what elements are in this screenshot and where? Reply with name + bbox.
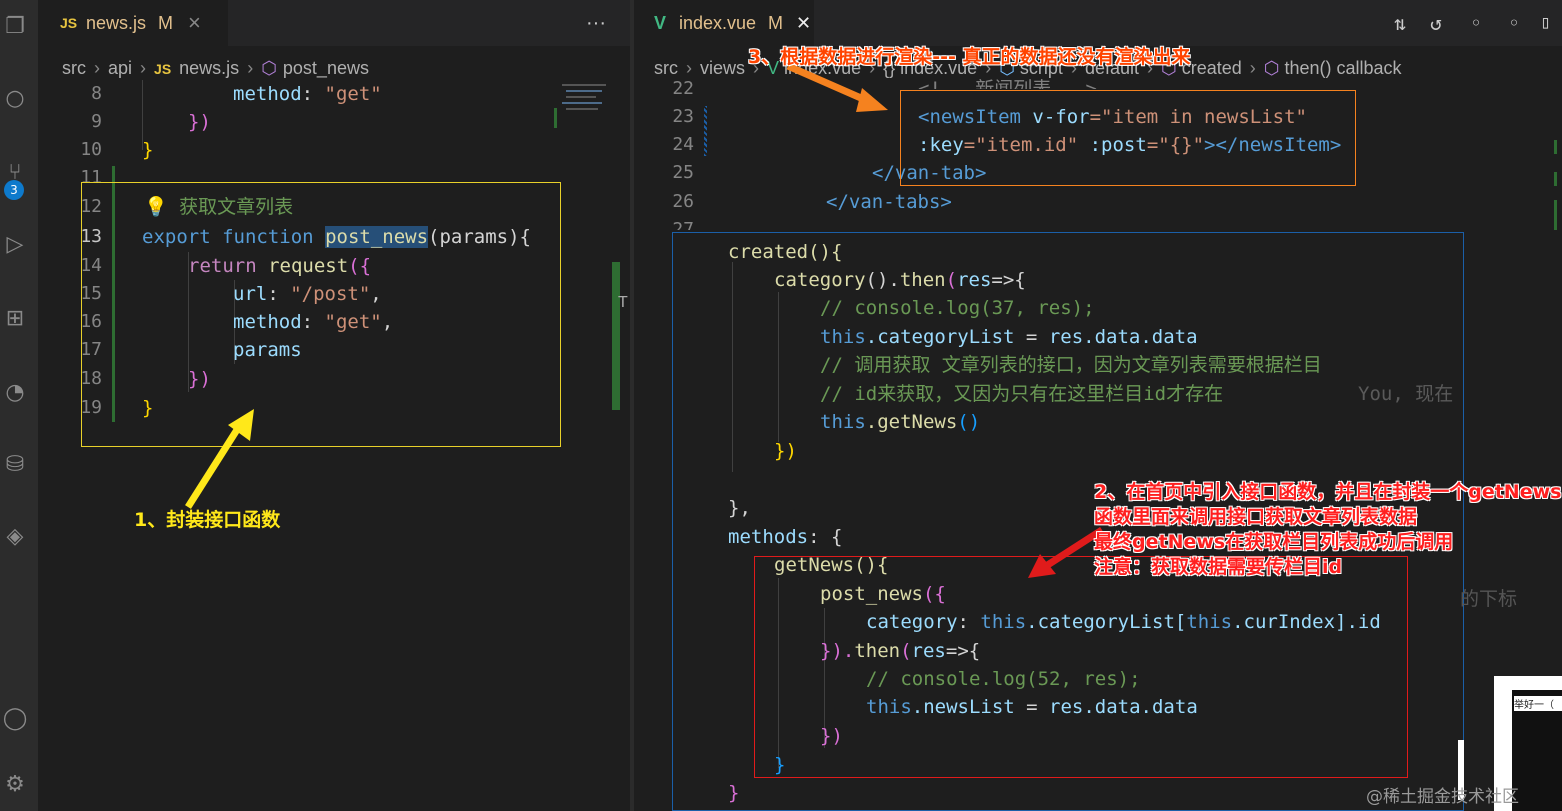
line-number: 24 <box>672 134 694 155</box>
code-line[interactable]: </van-tabs> <box>826 188 952 216</box>
scrollbar-marker <box>1554 172 1557 186</box>
close-icon[interactable]: × <box>188 0 201 46</box>
line-number: 26 <box>672 191 694 212</box>
right-tab-bar: V index.vue M ✕ ⇅ ↺ ◦ ◦ ▯ <box>634 0 1562 46</box>
code-line[interactable]: category().then(res=>{ <box>774 266 1026 294</box>
highlight-box-red <box>754 556 1408 778</box>
highlight-box-orange <box>900 90 1356 186</box>
preview-label: 举好一（ <box>1514 696 1562 711</box>
right-editor-group: V index.vue M ✕ ⇅ ↺ ◦ ◦ ▯ src › views › V in… <box>634 0 1562 811</box>
scrollbar-marker[interactable] <box>612 262 620 410</box>
code-line[interactable]: } <box>142 136 153 164</box>
database-icon[interactable]: ⛁ <box>2 452 28 478</box>
annotation-step-3: 3、根据数据进行渲染--- 真正的数据还没有渲染出来 <box>748 46 1191 68</box>
minimap-change-marker <box>554 108 557 128</box>
tab-label: index.vue <box>679 13 757 33</box>
annotation-arrow-orange <box>786 62 888 112</box>
code-line[interactable]: methods: { <box>728 523 842 551</box>
line-number: 22 <box>672 78 694 99</box>
breadcrumb-item[interactable]: post_news <box>283 58 369 78</box>
annotation-step-2-line: 最终getNews在获取栏目列表成功后调用 <box>1094 531 1454 553</box>
code-line[interactable]: this.categoryList = res.data.data <box>820 323 1198 351</box>
watermark: @稀土掘金技术社区 <box>1366 787 1519 807</box>
line-number: 27 <box>672 219 694 230</box>
annotation-step-2-note: 注意：获取数据需要传栏目id <box>1094 556 1343 578</box>
code-line[interactable]: this.getNews() <box>820 408 980 436</box>
line-number: 8 <box>91 83 102 104</box>
code-line[interactable]: }, <box>728 494 751 522</box>
account-icon[interactable]: ◯ <box>2 706 28 732</box>
code-line[interactable]: // id来获取，又因为只有在这里栏目id才存在 <box>820 380 1223 408</box>
remote-icon[interactable]: ◔ <box>2 380 28 406</box>
code-line[interactable]: // console.log(37, res); <box>820 294 1095 322</box>
indent-guide <box>732 262 733 472</box>
tab-label: news.js <box>86 13 147 33</box>
modified-indicator: M <box>158 13 173 33</box>
breadcrumb-item[interactable]: api <box>108 58 132 78</box>
search-icon[interactable]: ○ <box>2 86 28 112</box>
vue-file-icon: V <box>654 13 667 33</box>
code-line-fragment: 的下标 <box>1460 588 1518 610</box>
method-cube-icon: ⬡ <box>1263 58 1280 78</box>
scrollbar-marker <box>1554 200 1557 230</box>
annotation-arrow-yellow <box>185 409 254 509</box>
line-number: 9 <box>91 111 102 132</box>
compare-changes-icon[interactable]: ⇅ <box>1394 0 1406 46</box>
extensions-icon[interactable]: ⊞ <box>2 306 28 332</box>
breadcrumb-item[interactable]: src <box>62 58 86 78</box>
js-file-icon: JS <box>60 15 78 31</box>
settings-gear-icon[interactable]: ⚙ <box>2 772 28 798</box>
minimap[interactable] <box>558 82 614 122</box>
code-line[interactable]: }) <box>188 108 211 136</box>
line-number: 25 <box>672 162 694 183</box>
scrollbar-marker <box>1554 140 1557 154</box>
code-line[interactable]: <!-- 新闻列表 --> <box>918 75 1097 89</box>
code-line[interactable]: } <box>728 779 739 807</box>
left-tab-bar: JS news.js M × ··· <box>38 0 630 46</box>
tab-news-js[interactable]: JS news.js M × <box>38 0 228 46</box>
explorer-icon[interactable]: ❐ <box>2 14 28 40</box>
code-line[interactable]: // 调用获取 文章列表的接口，因为文章列表需要根据栏目 <box>820 351 1322 379</box>
breadcrumb-item[interactable]: views <box>700 58 745 78</box>
activity-bar: ❐ ○ ⑂ 3 ▷ ⊞ ◔ ⛁ ◈ ◯ ⚙ <box>0 0 38 811</box>
code-line[interactable]: method: "get" <box>233 80 382 108</box>
code-line[interactable]: }) <box>774 437 797 465</box>
timeline-prev-icon[interactable]: ◦ <box>1470 0 1482 46</box>
gutter-change-bar <box>704 106 707 156</box>
annotation-step-2: 2、在首页中引入接口函数，并且在封装一个getNews <box>1094 481 1562 503</box>
timeline-next-icon[interactable]: ◦ <box>1508 0 1520 46</box>
highlight-box-yellow <box>81 182 561 447</box>
text-cursor-icon: T <box>618 294 628 311</box>
function-cube-icon: ⬡ <box>261 58 277 78</box>
line-number: 10 <box>80 139 102 160</box>
indent-guide <box>778 292 779 442</box>
modified-indicator: M <box>768 13 783 33</box>
more-actions-icon[interactable]: ··· <box>586 0 606 46</box>
close-icon[interactable]: ✕ <box>796 0 811 46</box>
left-editor-group: JS news.js M × ··· src › api › JS news.js › ⬡ po… <box>38 0 630 811</box>
annotation-step-1: 1、封装接口函数 <box>134 509 281 531</box>
breadcrumb-item[interactable]: news.js <box>179 58 239 78</box>
code-line[interactable]: created(){ <box>728 238 842 266</box>
js-file-icon: JS <box>154 61 172 77</box>
run-debug-icon[interactable]: ▷ <box>2 232 28 258</box>
source-control-badge: 3 <box>4 180 24 200</box>
go-back-icon[interactable]: ↺ <box>1430 0 1442 46</box>
annotation-step-2-line: 函数里面来调用接口获取文章列表数据 <box>1094 506 1418 528</box>
tab-index-vue[interactable]: V index.vue M ✕ <box>634 0 814 46</box>
breadcrumb-item[interactable]: then() callback <box>1285 58 1402 78</box>
layers-icon[interactable]: ◈ <box>2 524 28 550</box>
git-blame-hint: You, 现在 <box>1358 383 1454 405</box>
split-editor-icon[interactable]: ▯ <box>1540 0 1551 46</box>
line-number: 23 <box>672 106 694 127</box>
